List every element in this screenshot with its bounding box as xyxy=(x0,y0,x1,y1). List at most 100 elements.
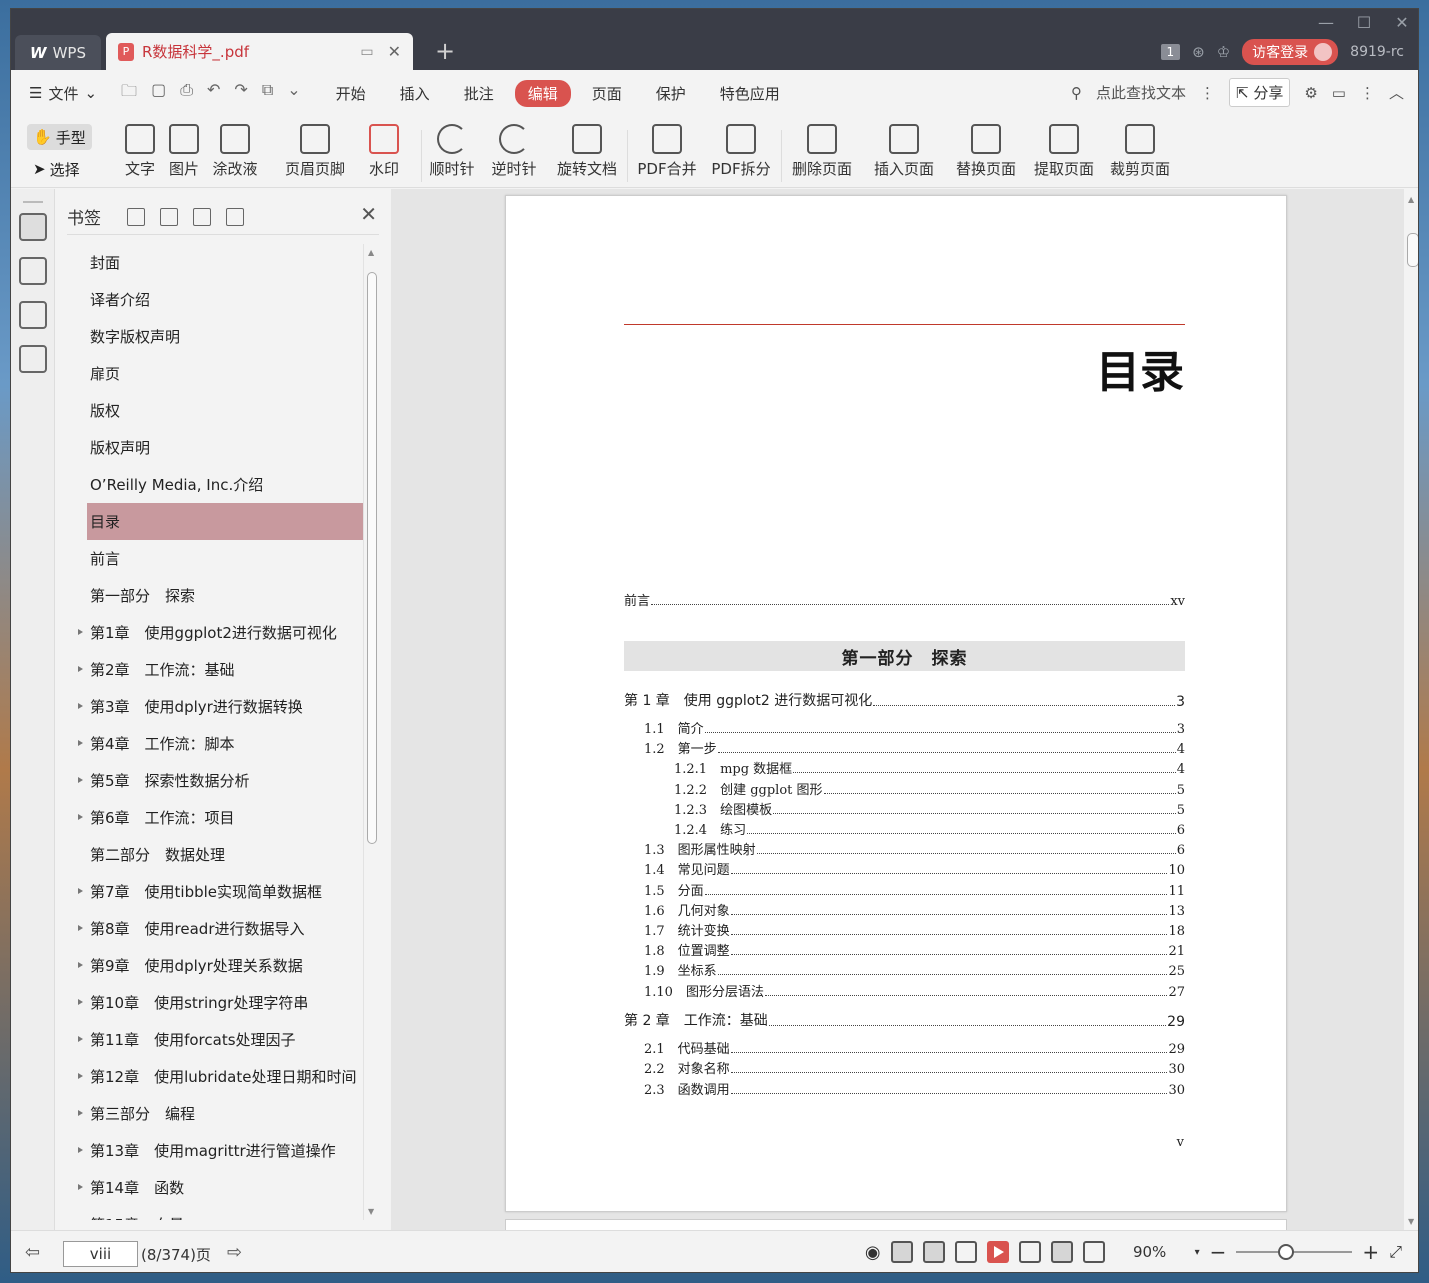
bookmark-item[interactable]: 第6章 工作流：项目 xyxy=(67,799,363,836)
ribbon-item-4[interactable]: 水印 xyxy=(363,124,405,179)
eye-icon[interactable]: ◉ xyxy=(865,1242,881,1263)
toc-entry[interactable]: 2.2 对象名称 30 xyxy=(644,1058,1185,1077)
bookmark-item[interactable]: 封面 xyxy=(67,244,363,281)
bookmark-item[interactable]: 第7章 使用tibble实现简单数据框 xyxy=(67,873,363,910)
bookmark-item[interactable]: 版权 xyxy=(67,392,363,429)
menu-tab-4[interactable]: 页面 xyxy=(579,80,635,107)
new-tab-button[interactable]: + xyxy=(435,37,455,65)
file-menu-button[interactable]: ☰ 文件 ⌄ xyxy=(29,83,97,104)
bookmark-item[interactable]: O’Reilly Media, Inc.介绍 xyxy=(67,466,363,503)
add-bookmark-icon[interactable] xyxy=(127,207,145,226)
bookmark-item[interactable]: 第14章 函数 xyxy=(67,1169,363,1206)
toc-entry-preface[interactable]: 前言 xv xyxy=(624,590,1185,609)
toc-entry[interactable]: 1.1 简介 3 xyxy=(644,718,1185,737)
fullscreen-icon[interactable]: ⤢ xyxy=(1389,1242,1402,1262)
bookmark-panel-icon[interactable] xyxy=(18,213,47,241)
bookmark-item[interactable]: 第1章 使用ggplot2进行数据可视化 xyxy=(67,614,363,651)
export-image-icon[interactable]: ⧉ xyxy=(262,80,273,107)
expand-all-icon[interactable] xyxy=(193,207,211,226)
fit-width-icon[interactable] xyxy=(1082,1241,1105,1263)
bookmark-options-icon[interactable] xyxy=(226,207,244,226)
scroll-up-icon[interactable]: ▲ xyxy=(1408,195,1414,204)
sync-icon[interactable]: ⊛ xyxy=(1192,43,1205,61)
ribbon-item-14[interactable]: 裁剪页面 xyxy=(1109,124,1171,179)
bookmark-item[interactable]: 第8章 使用readr进行数据导入 xyxy=(67,910,363,947)
save-icon[interactable]: ▢ xyxy=(151,80,166,107)
search-text-link[interactable]: 点此查找文本 xyxy=(1096,82,1186,103)
print-icon[interactable]: ⎙ xyxy=(180,80,193,107)
ribbon-item-7[interactable]: 旋转文档 xyxy=(555,124,619,179)
toc-entry[interactable]: 1.7 统计变换 18 xyxy=(644,920,1185,939)
toc-entry[interactable]: 1.2.4 练习 6 xyxy=(674,819,1185,838)
zoom-in-icon[interactable]: + xyxy=(1362,1240,1379,1264)
toc-entry[interactable]: 1.5 分面 11 xyxy=(644,880,1185,899)
bookmark-item[interactable]: 第15章 向量 xyxy=(67,1206,363,1220)
two-page-icon[interactable] xyxy=(954,1241,977,1263)
redo-icon[interactable]: ↷ xyxy=(234,80,247,107)
bookmark-item[interactable]: 第3章 使用dplyr进行数据转换 xyxy=(67,688,363,725)
bookmark-item[interactable]: 第二部分 数据处理 xyxy=(67,836,363,873)
undo-icon[interactable]: ↶ xyxy=(207,80,220,107)
menu-tab-0[interactable]: 开始 xyxy=(323,80,379,107)
bookmark-item[interactable]: 第11章 使用forcats处理因子 xyxy=(67,1021,363,1058)
continuous-view-icon[interactable] xyxy=(890,1241,913,1263)
ribbon-item-2[interactable]: 涂改液 xyxy=(207,124,263,179)
tab-pdf-document[interactable]: P R数据科学_.pdf ▭ ✕ xyxy=(106,33,413,70)
ribbon-item-8[interactable]: PDF合并 xyxy=(637,124,697,179)
toc-entry[interactable]: 1.3 图形属性映射 6 xyxy=(644,839,1185,858)
bookmark-item[interactable]: 第三部分 编程 xyxy=(67,1095,363,1132)
hand-mode-button[interactable]: ✋ 手型 xyxy=(27,124,92,150)
prev-page-icon[interactable]: ⇦ xyxy=(25,1242,40,1263)
gear-icon[interactable]: ⚙ xyxy=(1304,84,1317,102)
scroll-down-icon[interactable]: ▼ xyxy=(368,1207,374,1216)
ribbon-item-11[interactable]: 插入页面 xyxy=(869,124,939,179)
bookmark-item[interactable]: 译者介绍 xyxy=(67,281,363,318)
close-window-icon[interactable]: ✕ xyxy=(1394,13,1410,32)
toc-entry[interactable]: 1.2.2 创建 ggplot 图形 5 xyxy=(674,779,1185,798)
bookmark-scrollbar[interactable]: ▲ ▼ xyxy=(363,244,379,1220)
thumbnail-panel-icon[interactable] xyxy=(18,257,47,285)
zoom-level[interactable]: 90% xyxy=(1115,1243,1185,1261)
select-mode-button[interactable]: ➤ 选择 xyxy=(27,156,92,182)
zoom-out-icon[interactable]: − xyxy=(1210,1240,1227,1264)
tab-wps-home[interactable]: W WPS xyxy=(15,35,101,70)
share-button[interactable]: ⇱ 分享 xyxy=(1228,78,1291,107)
menu-tab-5[interactable]: 保护 xyxy=(643,80,699,107)
search-icon[interactable]: ⚲ xyxy=(1071,84,1082,102)
ribbon-item-6[interactable]: 逆时针 xyxy=(491,124,537,179)
bookmark-item[interactable]: 扉页 xyxy=(67,355,363,392)
bookmark-item[interactable]: 第一部分 探索 xyxy=(67,577,363,614)
ribbon-item-0[interactable]: 文字 xyxy=(119,124,161,179)
toc-entry[interactable]: 2.1 代码基础 29 xyxy=(644,1038,1185,1057)
menu-tab-6[interactable]: 特色应用 xyxy=(707,80,793,107)
ribbon-item-5[interactable]: 顺时针 xyxy=(429,124,475,179)
bookmark-item[interactable]: 第4章 工作流：脚本 xyxy=(67,725,363,762)
open-folder-icon[interactable]: 🗀 xyxy=(121,80,137,107)
comment-icon[interactable]: ▭ xyxy=(1332,84,1346,102)
close-tab-icon[interactable]: ✕ xyxy=(388,42,401,61)
ribbon-item-10[interactable]: 删除页面 xyxy=(791,124,853,179)
ribbon-item-3[interactable]: 页眉页脚 xyxy=(279,124,351,179)
annotation-panel-icon[interactable] xyxy=(18,301,47,329)
scrollbar-thumb[interactable] xyxy=(1407,233,1418,267)
minimize-icon[interactable]: — xyxy=(1318,13,1334,32)
skin-icon[interactable]: ♔ xyxy=(1217,43,1230,61)
toc-entry[interactable]: 1.6 几何对象 13 xyxy=(644,900,1185,919)
signature-panel-icon[interactable] xyxy=(18,345,47,373)
more-vert-icon[interactable]: ⋮ xyxy=(1200,84,1215,102)
fit-page-icon[interactable] xyxy=(1050,1241,1073,1263)
window-count-badge[interactable]: 1 xyxy=(1160,44,1181,60)
toc-entry[interactable]: 1.2.1 mpg 数据框 4 xyxy=(674,758,1185,777)
menu-tab-1[interactable]: 插入 xyxy=(387,80,443,107)
login-button[interactable]: 访客登录 xyxy=(1242,39,1339,65)
ribbon-item-9[interactable]: PDF拆分 xyxy=(711,124,771,179)
bookmark-item[interactable]: 第9章 使用dplyr处理关系数据 xyxy=(67,947,363,984)
monitor-icon[interactable]: ▭ xyxy=(360,44,373,60)
toc-entry[interactable]: 1.8 位置调整 21 xyxy=(644,940,1185,959)
zoom-slider-knob[interactable] xyxy=(1278,1244,1295,1260)
maximize-icon[interactable]: ☐ xyxy=(1356,13,1372,32)
more-options-icon[interactable]: ⋮ xyxy=(1360,84,1375,102)
ribbon-item-1[interactable]: 图片 xyxy=(163,124,205,179)
bookmark-item[interactable]: 数字版权声明 xyxy=(67,318,363,355)
page-number-input[interactable]: viii xyxy=(63,1241,138,1267)
